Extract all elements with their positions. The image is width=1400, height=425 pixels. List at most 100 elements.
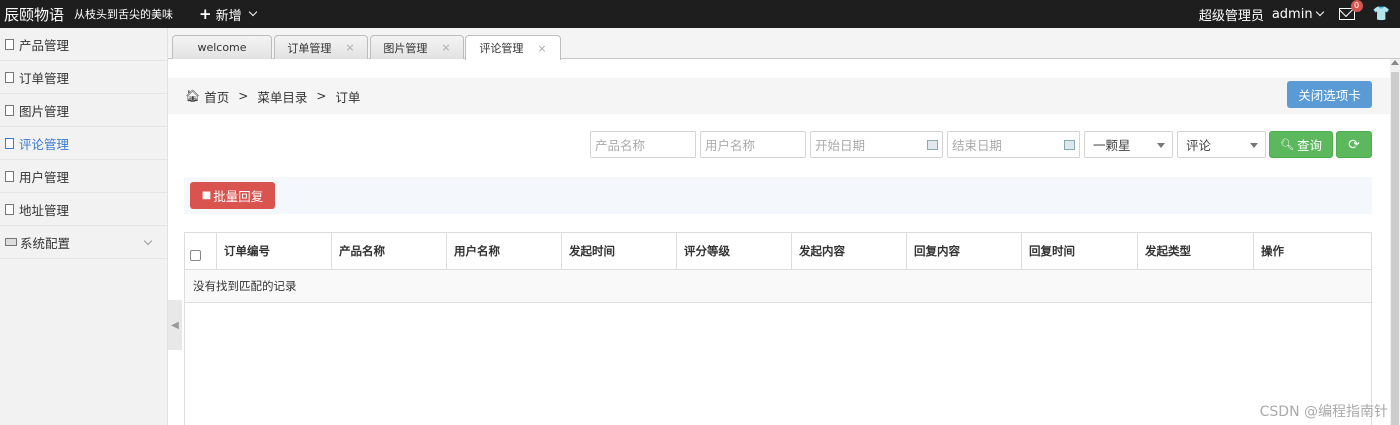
user-role: 超级管理员: [1198, 8, 1264, 24]
document-icon: [5, 38, 14, 50]
close-tabs-button[interactable]: 关闭选项卡: [1287, 81, 1372, 108]
user-menu[interactable]: admin: [1271, 6, 1324, 22]
new-menu-button[interactable]: + 新增: [199, 5, 257, 24]
column-header[interactable]: 评分等级: [677, 233, 792, 269]
sidebar-item-label: 图片管理: [19, 103, 70, 119]
chevron-down-icon: [143, 236, 153, 246]
select-all-checkbox[interactable]: [190, 249, 201, 261]
sidebar-item-label: 评论管理: [19, 136, 70, 152]
column-header[interactable]: 回复时间: [1022, 233, 1138, 269]
breadcrumb: 🏠︎ 首页 > 菜单目录 > 订单 关闭选项卡: [168, 78, 1390, 114]
batch-reply-label: 批量回复: [213, 189, 264, 204]
user-name-input[interactable]: 用户名称: [700, 131, 806, 158]
breadcrumb-separator: >: [316, 89, 327, 103]
type-select-value: 评论: [1186, 138, 1212, 153]
chevron-left-icon: ◀: [171, 319, 179, 331]
document-icon: [5, 137, 14, 149]
breadcrumb-home[interactable]: 首页: [204, 87, 229, 106]
start-date-placeholder: 开始日期: [815, 138, 866, 153]
scrollbar-thumb[interactable]: [1391, 72, 1399, 425]
column-header[interactable]: 产品名称: [332, 233, 447, 269]
close-icon[interactable]: ×: [441, 41, 450, 54]
settings-icon: [5, 238, 17, 246]
watermark: CSDN @编程指南针: [1259, 404, 1388, 420]
refresh-button[interactable]: ⟳: [1336, 131, 1372, 158]
sidebar-collapse-toggle[interactable]: ◀: [168, 300, 182, 350]
comments-table: 订单编号 产品名称 用户名称 发起时间 评分等级 发起内容 回复内容 回复时间 …: [184, 232, 1372, 425]
start-date-input[interactable]: 开始日期: [810, 131, 943, 158]
end-date-placeholder: 结束日期: [952, 138, 1003, 153]
document-icon: [5, 170, 14, 182]
batch-reply-button[interactable]: ■ 批量回复: [190, 182, 275, 209]
sidebar-item-products[interactable]: 产品管理: [0, 28, 167, 61]
tab-comments[interactable]: 评论管理 ×: [465, 35, 561, 60]
column-header[interactable]: 用户名称: [447, 233, 562, 269]
mail-badge: 0: [1350, 0, 1363, 12]
column-header[interactable]: 回复内容: [907, 233, 1022, 269]
document-icon: [5, 71, 14, 83]
sidebar-item-label: 产品管理: [19, 37, 70, 53]
sidebar-item-label: 系统配置: [20, 235, 71, 251]
column-header[interactable]: 订单编号: [217, 233, 332, 269]
tab-label: welcome: [197, 41, 247, 54]
sidebar-item-label: 用户管理: [19, 169, 70, 185]
tab-label: 评论管理: [479, 42, 524, 55]
document-icon: [5, 104, 14, 116]
brand-title[interactable]: 辰颐物语: [4, 4, 64, 25]
sidebar: 产品管理 订单管理 图片管理 评论管理 用户管理 地址管理 系统配置: [0, 28, 168, 425]
rating-select-value: 一颗星: [1093, 138, 1131, 153]
caret-down-icon: [1157, 143, 1165, 148]
sidebar-item-system-config[interactable]: 系统配置: [0, 226, 167, 259]
breadcrumb-menu[interactable]: 菜单目录: [257, 87, 307, 106]
refresh-icon: ⟳: [1348, 136, 1360, 153]
rating-select[interactable]: 一颗星: [1084, 131, 1173, 158]
sidebar-item-addresses[interactable]: 地址管理: [0, 193, 167, 226]
sidebar-item-comments[interactable]: 评论管理: [0, 127, 167, 160]
trash-icon: ■: [201, 190, 212, 201]
tab-bar: welcome 订单管理 × 图片管理 × 评论管理 ×: [168, 28, 1400, 60]
close-icon[interactable]: ×: [537, 42, 546, 55]
tab-label: 订单管理: [287, 41, 332, 55]
tab-orders[interactable]: 订单管理 ×: [274, 35, 368, 59]
home-icon: 🏠︎: [185, 89, 201, 103]
top-right-area: 超级管理员 admin 0 👕: [1199, 0, 1400, 28]
calendar-icon[interactable]: [927, 140, 938, 150]
end-date-input[interactable]: 结束日期: [947, 131, 1080, 158]
new-menu-label: 新增: [215, 8, 242, 24]
type-select[interactable]: 评论: [1177, 131, 1266, 158]
scroll-up-arrow[interactable]: [1391, 60, 1399, 65]
mail-icon[interactable]: 0: [1338, 0, 1363, 20]
search-button-label: 查询: [1296, 138, 1322, 153]
sidebar-item-label: 地址管理: [19, 202, 70, 218]
sidebar-item-images[interactable]: 图片管理: [0, 94, 167, 127]
column-header[interactable]: 发起类型: [1138, 233, 1254, 269]
breadcrumb-current: 订单: [335, 89, 361, 105]
sidebar-item-users[interactable]: 用户管理: [0, 160, 167, 193]
sidebar-item-orders[interactable]: 订单管理: [0, 61, 167, 94]
table-header: 订单编号 产品名称 用户名称 发起时间 评分等级 发起内容 回复内容 回复时间 …: [185, 233, 1371, 270]
theme-shirt-icon[interactable]: 👕: [1373, 6, 1390, 22]
close-icon[interactable]: ×: [345, 41, 354, 54]
table-toolbar: ■ 批量回复: [184, 177, 1372, 214]
select-all-cell: [185, 233, 217, 269]
tab-welcome[interactable]: welcome: [172, 35, 272, 59]
column-header: 操作: [1261, 244, 1284, 258]
column-header[interactable]: 发起内容: [792, 233, 907, 269]
empty-message: 没有找到匹配的记录: [185, 270, 1371, 303]
caret-down-icon: [1250, 143, 1258, 148]
document-icon: [5, 203, 14, 215]
plus-icon: +: [199, 5, 212, 23]
breadcrumb-separator: >: [238, 89, 249, 103]
product-name-input[interactable]: 产品名称: [590, 131, 696, 158]
column-header[interactable]: 发起时间: [562, 233, 677, 269]
tab-images[interactable]: 图片管理 ×: [370, 35, 464, 59]
search-icon: 🔍︎: [1280, 138, 1294, 151]
calendar-icon[interactable]: [1064, 140, 1075, 150]
top-navbar: 辰颐物语 从枝头到舌尖的美味 + 新增 超级管理员 admin 0 👕: [0, 0, 1400, 28]
tab-label: 图片管理: [383, 41, 428, 55]
chevron-down-icon: [248, 7, 257, 17]
search-button[interactable]: 🔍︎ 查询: [1269, 131, 1333, 158]
chevron-down-icon: [1315, 7, 1324, 17]
sidebar-item-label: 订单管理: [19, 70, 70, 86]
username: admin: [1271, 6, 1313, 22]
